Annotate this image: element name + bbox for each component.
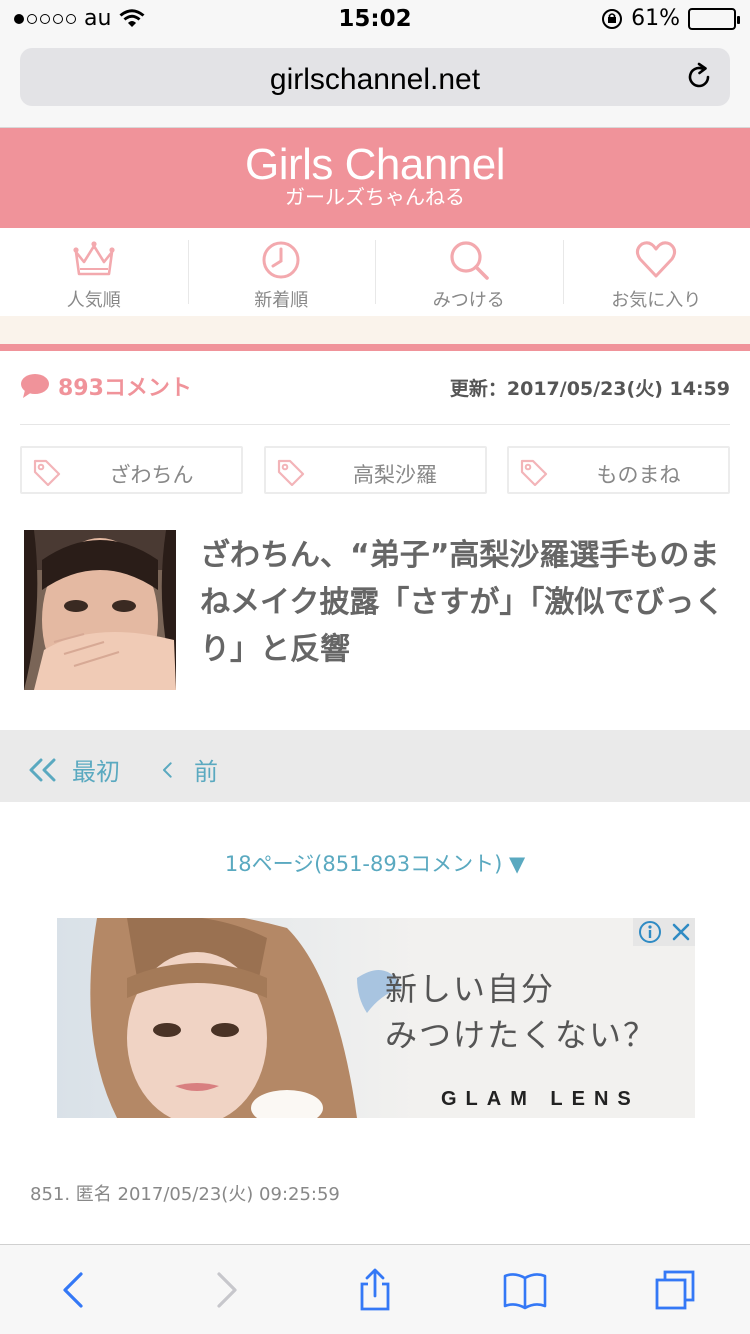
pager: 最初 前 (0, 730, 750, 802)
tabs-icon (655, 1270, 695, 1309)
carrier-name: au (84, 6, 112, 31)
nav-find-label: みつける (432, 290, 505, 311)
pager-prev-label: 前 (194, 758, 218, 786)
topic-title[interactable]: ざわちん、“弟子”高梨沙羅選手ものまねメイク披露「さすが」「激似でびっくり」と反… (200, 532, 730, 673)
share-button[interactable] (345, 1260, 405, 1320)
topic-meta: 893コメント 更新：2017/05/23(火) 14:59 (20, 370, 730, 410)
bookmarks-button[interactable] (495, 1260, 555, 1320)
meta-divider (20, 424, 730, 425)
updated-timestamp: 更新：2017/05/23(火) 14:59 (449, 378, 730, 400)
nav-popular-label: 人気順 (66, 290, 121, 311)
wifi-icon (119, 8, 145, 27)
nav-popular[interactable]: 人気順 (0, 228, 188, 316)
ad-copy-line2: みつけたくない？ (385, 1016, 658, 1054)
share-icon (360, 1268, 390, 1310)
page-select-dropdown[interactable]: 18ページ(851-893コメント) ▼ (0, 848, 750, 878)
battery-icon (688, 7, 740, 30)
nav-newest-label: 新着順 (254, 290, 309, 311)
comment-count-label: 893コメント (58, 376, 192, 401)
site-header[interactable]: Girls Channel ガールズちゃんねる (0, 128, 750, 228)
book-icon (503, 1272, 547, 1309)
tabs-button[interactable] (645, 1260, 705, 1320)
orientation-lock-icon (602, 8, 623, 29)
back-button[interactable] (45, 1260, 105, 1320)
chevron-left-icon (63, 1271, 83, 1308)
tag-icon (520, 459, 548, 486)
search-icon (450, 241, 489, 280)
ad-copy-line1: 新しい自分 (385, 970, 556, 1008)
nav-favorites-label: お気に入り (611, 290, 702, 311)
ad-copy: 新しい自分 みつけたくない？ (385, 966, 657, 1058)
pink-divider (0, 344, 750, 351)
tag-item[interactable]: ざわちん (20, 446, 243, 494)
status-bar: au 15:02 61% (0, 0, 750, 40)
site-logo-subtitle: ガールズちゃんねる (285, 185, 465, 209)
advertisement-banner[interactable]: 新しい自分 みつけたくない？ GLAM LENS (57, 918, 695, 1118)
clock-icon (262, 241, 300, 279)
ad-choices[interactable] (633, 918, 695, 946)
info-icon[interactable] (638, 920, 662, 944)
tag-label: ものまね (596, 463, 681, 487)
ad-brand: GLAM LENS (441, 1088, 640, 1110)
address-bar[interactable]: girlschannel.net (20, 48, 730, 106)
heart-icon (636, 241, 677, 278)
tag-icon (277, 459, 304, 486)
browser-address-area: girlschannel.net (0, 40, 750, 128)
chevron-right-icon (217, 1271, 237, 1308)
url-text[interactable]: girlschannel.net (20, 63, 730, 97)
crown-icon (73, 241, 115, 276)
main-nav: 人気順 新着順 みつける お気に入り (0, 228, 750, 316)
tag-label: ざわちん (109, 463, 194, 487)
chevron-left-icon (163, 761, 172, 778)
tag-icon (33, 459, 61, 486)
pager-first-label: 最初 (72, 758, 120, 786)
signal-strength-icon (14, 13, 76, 24)
comment-count[interactable]: 893コメント (20, 370, 192, 402)
cream-band (0, 316, 750, 344)
reload-icon[interactable] (684, 62, 714, 92)
status-left: au (14, 6, 145, 31)
ad-model-image (57, 918, 417, 1118)
comment-meta: 851. 匿名 2017/05/23(火) 09:25:59 (30, 1184, 340, 1205)
tag-label: 高梨沙羅 (353, 463, 437, 487)
nav-find[interactable]: みつける (375, 228, 563, 316)
forward-button[interactable] (195, 1260, 255, 1320)
pager-first-link[interactable]: 最初 (28, 752, 120, 787)
topic-thumbnail[interactable] (24, 530, 176, 690)
nav-favorites[interactable]: お気に入り (562, 228, 750, 316)
tag-item[interactable]: 高梨沙羅 (263, 446, 487, 494)
site-logo[interactable]: Girls Channel (0, 142, 750, 188)
close-icon[interactable] (671, 922, 691, 942)
nav-newest[interactable]: 新着順 (187, 228, 376, 316)
tag-list: ざわちん 高梨沙羅 ものまね (20, 446, 730, 494)
pager-prev-link[interactable]: 前 (160, 752, 218, 787)
double-chevron-left-icon (29, 758, 56, 781)
battery-percent: 61% (631, 6, 680, 31)
speech-bubble-icon (21, 374, 49, 398)
topic-thumbnail-image (24, 530, 176, 690)
tag-item[interactable]: ものまね (507, 446, 730, 494)
status-right: 61% (601, 6, 740, 31)
browser-toolbar (0, 1244, 750, 1334)
